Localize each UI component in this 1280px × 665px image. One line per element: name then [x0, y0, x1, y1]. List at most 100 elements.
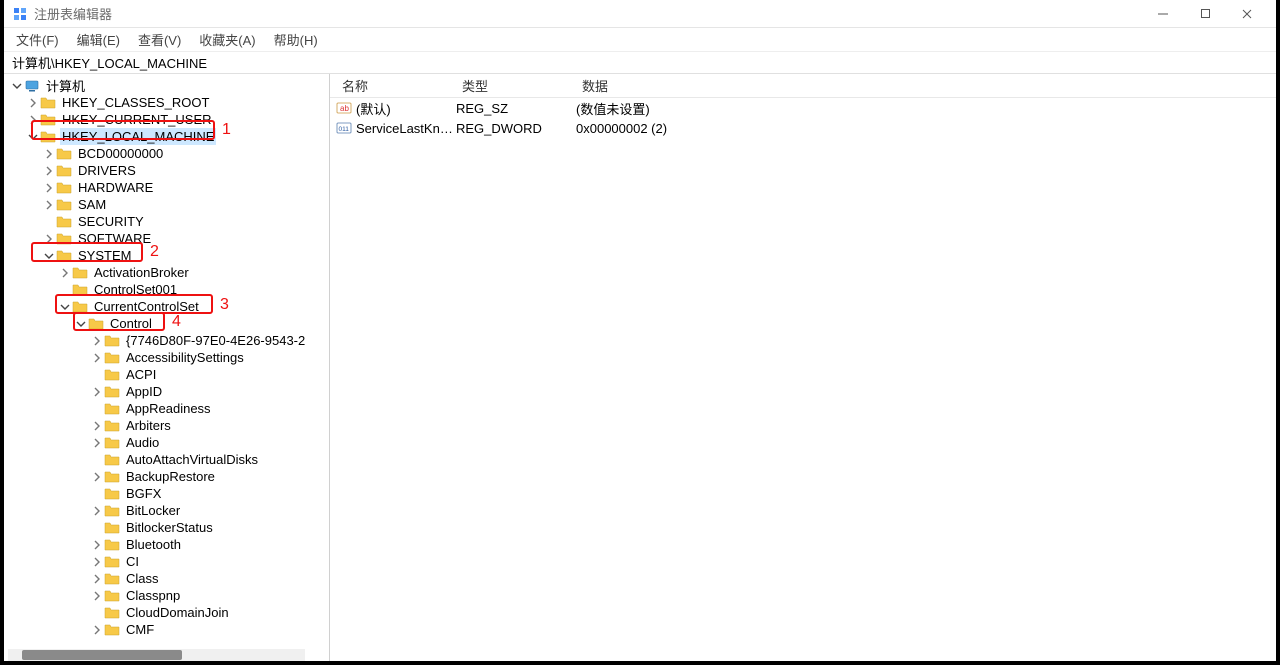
tree-item-control-4[interactable]: AppReadiness	[10, 400, 329, 417]
tree-label: BGFX	[124, 485, 163, 502]
tree-label: AppID	[124, 383, 164, 400]
tree-item-currentcontrolset[interactable]: CurrentControlSet	[10, 298, 329, 315]
chevron-right-icon[interactable]	[42, 198, 56, 212]
folder-icon	[104, 418, 120, 434]
tree-item-control-15[interactable]: Classpnp	[10, 587, 329, 604]
tree-label: BCD00000000	[76, 145, 165, 162]
tree-item-controlset001[interactable]: ControlSet001	[10, 281, 329, 298]
tree-item-control-6[interactable]: Audio	[10, 434, 329, 451]
tree-item-control-2[interactable]: ACPI	[10, 366, 329, 383]
scrollbar-thumb[interactable]	[22, 650, 182, 660]
tree-item-drivers[interactable]: DRIVERS	[10, 162, 329, 179]
value-row[interactable]: 011ServiceLastKno...REG_DWORD0x00000002 …	[330, 118, 1276, 138]
tree-item-control-13[interactable]: CI	[10, 553, 329, 570]
tree-item-control-16[interactable]: CloudDomainJoin	[10, 604, 329, 621]
tree-item-control-3[interactable]: AppID	[10, 383, 329, 400]
chevron-right-icon[interactable]	[90, 436, 104, 450]
svg-text:ab: ab	[340, 104, 349, 113]
chevron-right-icon[interactable]	[26, 113, 40, 127]
column-headers[interactable]: 名称 类型 数据	[330, 74, 1276, 98]
chevron-right-icon[interactable]	[90, 351, 104, 365]
chevron-right-icon[interactable]	[58, 266, 72, 280]
tree-item-computer[interactable]: 计算机	[10, 77, 329, 94]
tree-item-hkcu[interactable]: HKEY_CURRENT_USER	[10, 111, 329, 128]
binary-value-icon: 011	[336, 120, 352, 136]
tree-item-control-7[interactable]: AutoAttachVirtualDisks	[10, 451, 329, 468]
folder-icon	[40, 112, 56, 128]
tree-item-control-8[interactable]: BackupRestore	[10, 468, 329, 485]
folder-icon	[104, 367, 120, 383]
tree-item-sam[interactable]: SAM	[10, 196, 329, 213]
menu-view[interactable]: 查看(V)	[138, 30, 181, 49]
folder-icon	[104, 503, 120, 519]
tree-label: Arbiters	[124, 417, 173, 434]
string-value-icon: ab	[336, 100, 352, 116]
tree-item-activationbroker[interactable]: ActivationBroker	[10, 264, 329, 281]
folder-icon	[104, 537, 120, 553]
tree-item-software[interactable]: SOFTWARE	[10, 230, 329, 247]
address-bar[interactable]: 计算机\HKEY_LOCAL_MACHINE	[4, 52, 1276, 74]
tree-item-system[interactable]: SYSTEM	[10, 247, 329, 264]
menu-bar: 文件(F) 编辑(E) 查看(V) 收藏夹(A) 帮助(H)	[4, 28, 1276, 52]
chevron-right-icon[interactable]	[42, 164, 56, 178]
menu-file[interactable]: 文件(F)	[16, 30, 59, 49]
chevron-right-icon[interactable]	[90, 504, 104, 518]
maximize-button[interactable]	[1184, 0, 1226, 28]
menu-edit[interactable]: 编辑(E)	[77, 30, 120, 49]
tree-item-control-9[interactable]: BGFX	[10, 485, 329, 502]
chevron-right-icon[interactable]	[90, 419, 104, 433]
col-header-type[interactable]: 类型	[456, 76, 576, 95]
tree-item-control-11[interactable]: BitlockerStatus	[10, 519, 329, 536]
tree-label: SYSTEM	[76, 247, 133, 264]
chevron-right-icon[interactable]	[90, 334, 104, 348]
tree-item-control-17[interactable]: CMF	[10, 621, 329, 638]
tree-item-control-5[interactable]: Arbiters	[10, 417, 329, 434]
chevron-down-icon[interactable]	[26, 130, 40, 144]
chevron-right-icon[interactable]	[42, 147, 56, 161]
chevron-right-icon[interactable]	[90, 589, 104, 603]
tree-item-control[interactable]: Control	[10, 315, 329, 332]
chevron-down-icon[interactable]	[10, 79, 24, 93]
chevron-right-icon[interactable]	[90, 538, 104, 552]
tree-label: DRIVERS	[76, 162, 138, 179]
folder-icon	[40, 129, 56, 145]
tree-item-control-0[interactable]: {7746D80F-97E0-4E26-9543-2	[10, 332, 329, 349]
horizontal-scrollbar[interactable]	[8, 649, 305, 661]
chevron-right-icon[interactable]	[42, 232, 56, 246]
value-row[interactable]: ab(默认)REG_SZ(数值未设置)	[330, 98, 1276, 118]
folder-icon	[88, 316, 104, 332]
tree-item-security[interactable]: SECURITY	[10, 213, 329, 230]
menu-favorites[interactable]: 收藏夹(A)	[199, 30, 255, 49]
col-header-data[interactable]: 数据	[576, 76, 1276, 95]
close-button[interactable]	[1226, 0, 1268, 28]
tree-item-control-14[interactable]: Class	[10, 570, 329, 587]
tree-label: Classpnp	[124, 587, 182, 604]
chevron-right-icon[interactable]	[26, 96, 40, 110]
tree-label: HARDWARE	[76, 179, 155, 196]
value-name: (默认)	[356, 99, 456, 118]
chevron-down-icon[interactable]	[58, 300, 72, 314]
tree-item-bcd00000000[interactable]: BCD00000000	[10, 145, 329, 162]
chevron-right-icon[interactable]	[90, 385, 104, 399]
chevron-right-icon[interactable]	[90, 555, 104, 569]
chevron-right-icon[interactable]	[90, 470, 104, 484]
chevron-down-icon[interactable]	[42, 249, 56, 263]
tree-item-control-1[interactable]: AccessibilitySettings	[10, 349, 329, 366]
folder-icon	[104, 486, 120, 502]
value-name: ServiceLastKno...	[356, 121, 456, 136]
tree-item-hkcr[interactable]: HKEY_CLASSES_ROOT	[10, 94, 329, 111]
computer-icon	[24, 78, 40, 94]
col-header-name[interactable]: 名称	[336, 76, 456, 95]
menu-help[interactable]: 帮助(H)	[274, 30, 318, 49]
tree-item-control-12[interactable]: Bluetooth	[10, 536, 329, 553]
chevron-down-icon[interactable]	[74, 317, 88, 331]
chevron-right-icon[interactable]	[90, 572, 104, 586]
minimize-button[interactable]	[1142, 0, 1184, 28]
tree-item-hklm[interactable]: HKEY_LOCAL_MACHINE	[10, 128, 329, 145]
chevron-right-icon[interactable]	[90, 623, 104, 637]
chevron-right-icon[interactable]	[42, 181, 56, 195]
tree-item-hardware[interactable]: HARDWARE	[10, 179, 329, 196]
tree-item-control-10[interactable]: BitLocker	[10, 502, 329, 519]
expander-empty	[90, 368, 104, 382]
expander-empty	[90, 402, 104, 416]
